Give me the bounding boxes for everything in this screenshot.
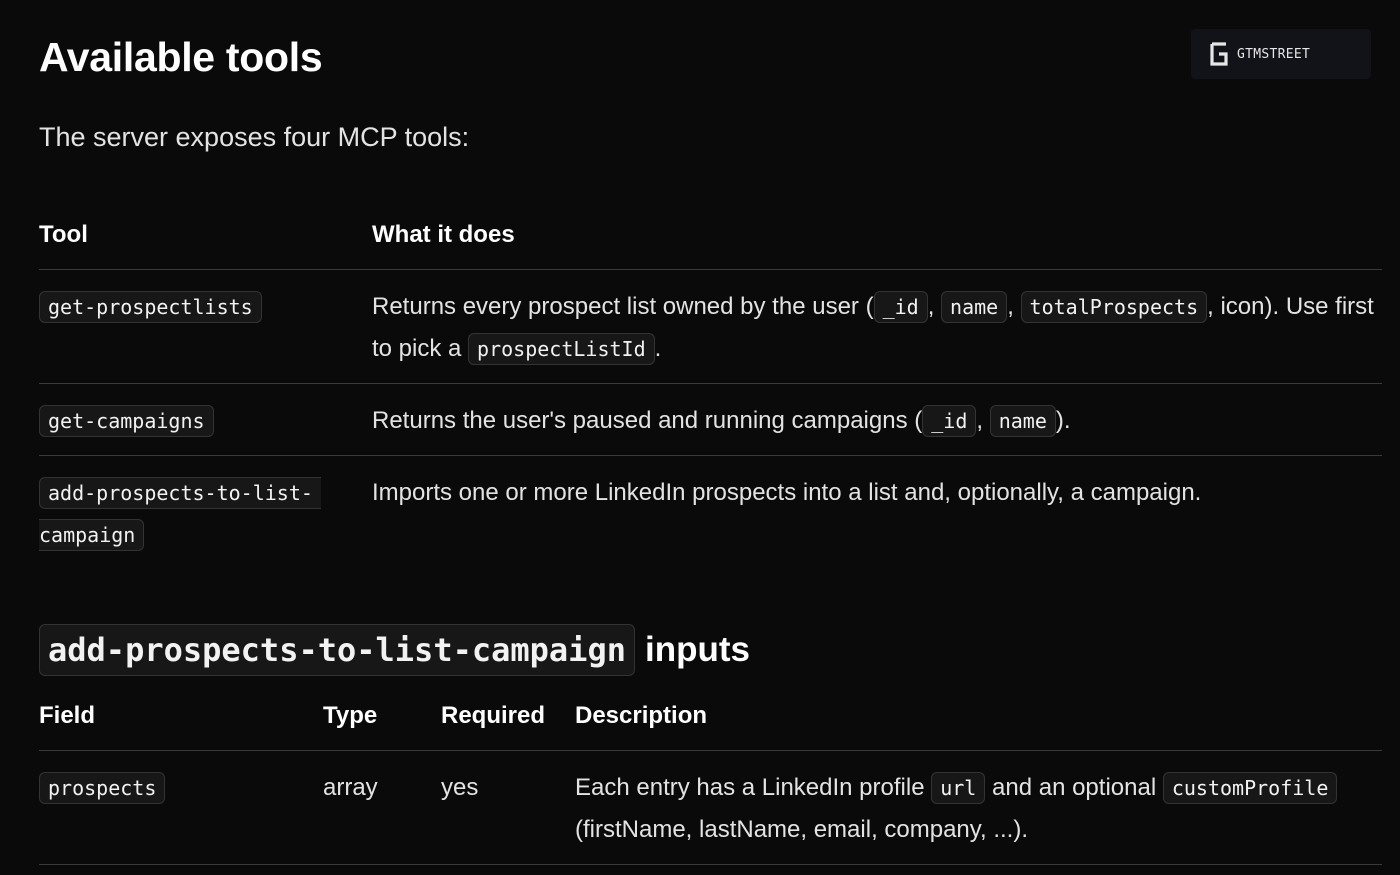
tool-description: Returns every prospect list owned by the… — [372, 286, 1377, 370]
table-divider — [39, 269, 1382, 270]
heading-word: inputs — [644, 630, 750, 669]
table-divider — [39, 750, 1382, 751]
column-header-description: Description — [575, 702, 708, 729]
row-divider — [39, 383, 1382, 384]
field-name-prospects: prospects — [39, 772, 166, 804]
tool-description: Returns the user's paused and running ca… — [372, 400, 1377, 442]
inline-code: name — [989, 405, 1056, 437]
tool-description: Imports one or more LinkedIn prospects i… — [372, 479, 1202, 506]
inline-code: url — [931, 772, 986, 804]
inline-code: _id — [922, 405, 977, 437]
field-required: yes — [441, 774, 479, 801]
column-header-tool: Tool — [39, 221, 88, 248]
column-header-type: Type — [323, 702, 378, 729]
inline-code: prospectListId — [468, 333, 655, 365]
field-description: Each entry has a LinkedIn profile url an… — [575, 767, 1380, 851]
row-divider — [39, 455, 1382, 456]
brand-logo[interactable]: GTMSTREET — [1191, 29, 1371, 79]
row-divider — [39, 864, 1382, 865]
inline-code: _id — [873, 291, 928, 323]
inline-code: name — [941, 291, 1008, 323]
tool-name-get-campaigns: get-campaigns — [39, 405, 214, 437]
inputs-heading: add-prospects-to-list-campaign inputs — [39, 624, 750, 676]
brand-name: GTMSTREET — [1237, 46, 1311, 62]
tool-name-add-prospects-to-list-campaign: add-prospects-to-list- campaign — [39, 472, 334, 556]
heading-code: add-prospects-to-list-campaign — [39, 624, 635, 676]
tool-name-get-prospectlists: get-prospectlists — [39, 291, 262, 323]
column-header-what: What it does — [372, 221, 515, 248]
inline-code: customProfile — [1162, 772, 1338, 804]
page-title: Available tools — [39, 34, 323, 80]
field-type: array — [323, 774, 378, 801]
inline-code: totalProspects — [1020, 291, 1208, 323]
column-header-required: Required — [441, 702, 546, 729]
column-header-field: Field — [39, 702, 96, 729]
gtmstreet-logo-icon — [1210, 42, 1228, 66]
intro-text: The server exposes four MCP tools: — [39, 122, 470, 152]
